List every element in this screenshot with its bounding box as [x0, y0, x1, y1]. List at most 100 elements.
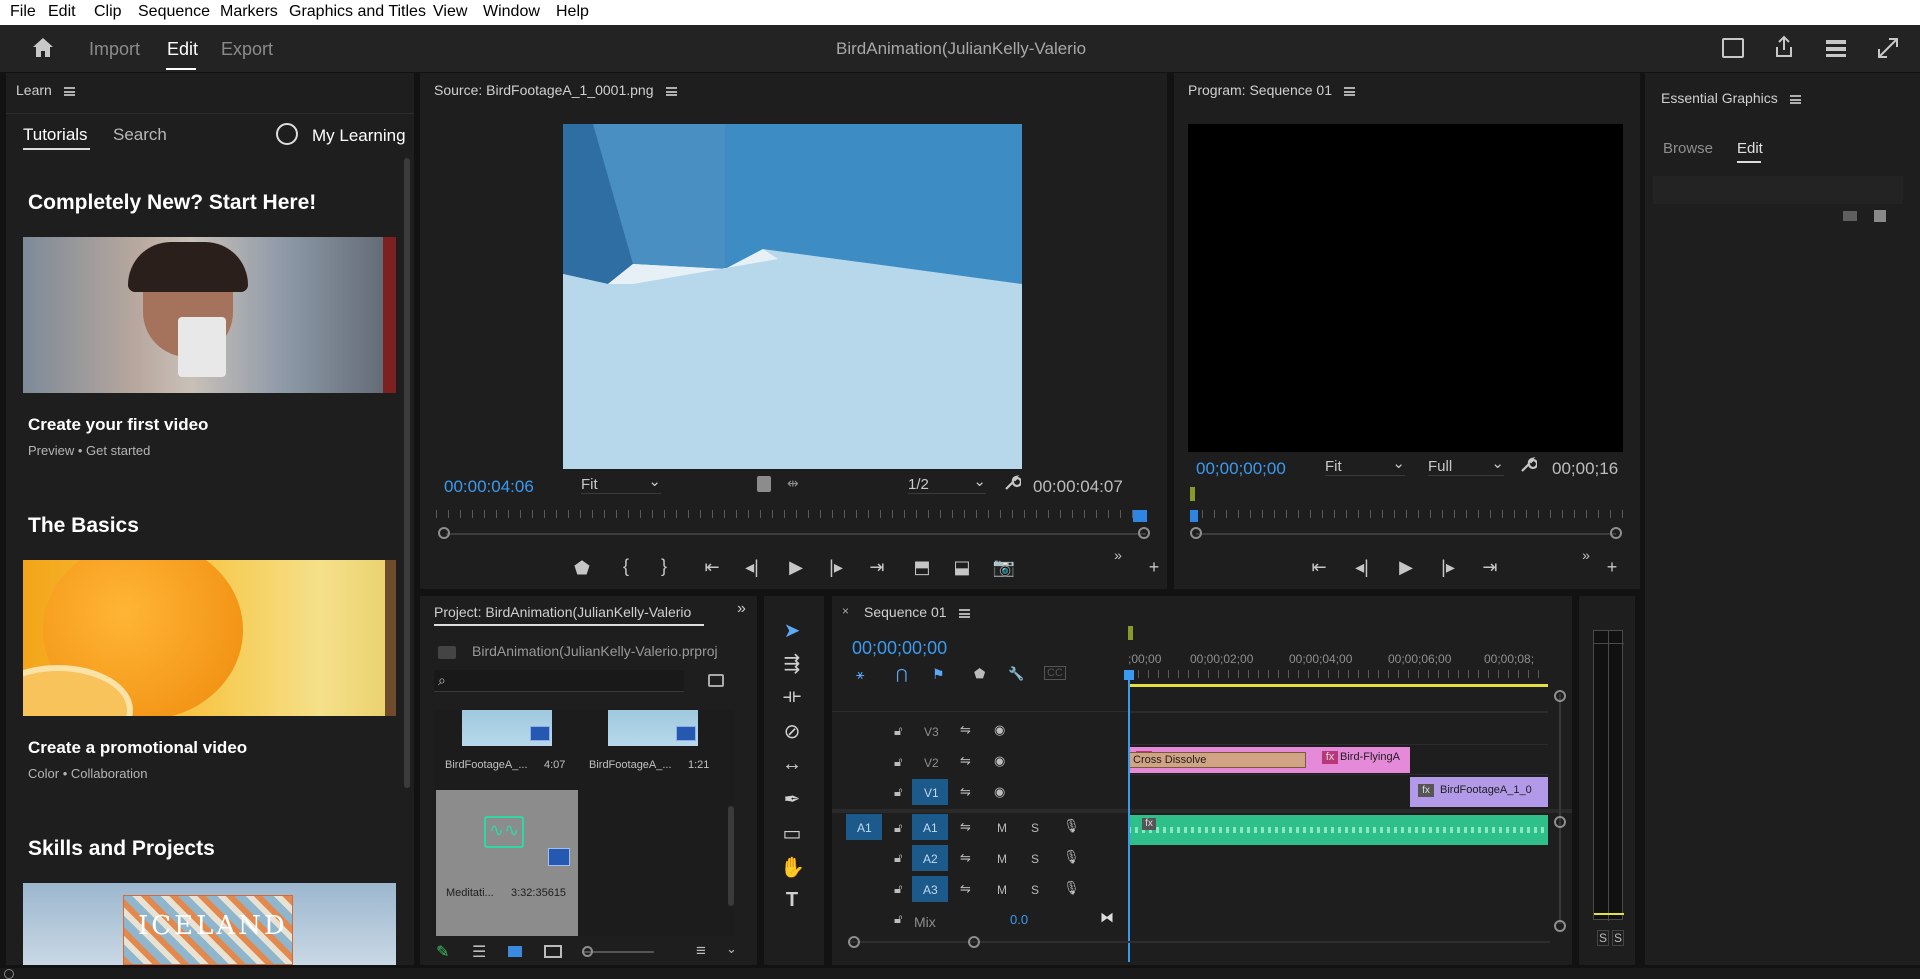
more-controls-icon[interactable]: » [1574, 547, 1598, 563]
add-marker-icon[interactable]: ⬟ [570, 558, 594, 579]
solo-button[interactable]: S [1031, 883, 1039, 897]
source-timecode[interactable]: 00:00:04:06 [444, 477, 534, 497]
linked-selection-icon[interactable]: ⚑ [932, 666, 945, 683]
go-to-marker-icon[interactable]: ⧓ [1100, 909, 1114, 926]
track-label-v3[interactable]: V3 [924, 725, 939, 739]
timeline-vertical-scrollbar[interactable] [1559, 694, 1561, 924]
settings-icon[interactable] [757, 476, 771, 492]
home-icon[interactable] [30, 35, 56, 61]
track-label-v2[interactable]: V2 [924, 756, 939, 770]
new-search-bin-icon[interactable] [708, 674, 724, 687]
freeform-view-icon[interactable] [544, 945, 562, 958]
menu-help[interactable]: Help [556, 3, 589, 21]
slip-tool-icon[interactable]: ↔ [780, 753, 804, 777]
my-learning-link[interactable]: My Learning [312, 126, 406, 146]
step-back-icon[interactable]: ◂| [740, 557, 764, 578]
new-group-icon[interactable] [1843, 211, 1857, 221]
step-forward-icon[interactable]: |▸ [824, 557, 848, 578]
mute-button[interactable]: M [997, 852, 1007, 866]
tab-edit-graphics[interactable]: Edit [1737, 140, 1763, 157]
lock-icon[interactable]: 🔓︎ [894, 850, 902, 866]
insert-icon[interactable]: ⬒ [910, 557, 934, 578]
microphone-icon[interactable]: 🎙︎ [1063, 818, 1080, 834]
playhead-marker[interactable] [1190, 510, 1198, 522]
project-item[interactable]: BirdFootageA_... 4:07 [434, 710, 578, 784]
track-label-a3[interactable]: A3 [923, 883, 938, 897]
track-label-a2[interactable]: A2 [923, 852, 938, 866]
user-icon[interactable] [276, 123, 298, 145]
camera-icon[interactable]: 📷 [992, 557, 1016, 578]
menu-clip[interactable]: Clip [94, 3, 122, 21]
lock-icon[interactable]: 🔓︎ [894, 881, 902, 897]
panel-menu-icon[interactable] [1789, 94, 1801, 104]
panel-menu-icon[interactable] [665, 86, 677, 96]
share-icon[interactable] [1773, 35, 1795, 64]
eye-icon[interactable]: ◉ [994, 784, 1005, 800]
mix-value[interactable]: 0.0 [1010, 912, 1028, 927]
workspaces-icon[interactable] [1825, 38, 1847, 63]
button-editor-icon[interactable]: + [1600, 557, 1624, 578]
menu-edit[interactable]: Edit [48, 3, 76, 21]
go-to-out-icon[interactable]: ⇥ [1478, 557, 1502, 578]
timeline-ruler[interactable] [1128, 670, 1548, 678]
list-view-icon[interactable]: ☰ [472, 942, 486, 962]
fullscreen-icon[interactable] [1876, 36, 1900, 65]
sync-lock-icon[interactable]: ⇋ [960, 722, 971, 738]
type-tool-icon[interactable]: T [780, 889, 804, 913]
step-back-icon[interactable]: ◂| [1350, 557, 1374, 578]
ripple-edit-tool-icon[interactable]: ⟛ [780, 685, 804, 709]
track-label-v1[interactable]: V1 [924, 786, 939, 800]
tab-search[interactable]: Search [113, 125, 167, 145]
cross-dissolve-transition[interactable]: Cross Dissolve [1128, 752, 1306, 768]
lock-icon[interactable]: 🔓︎ [894, 754, 902, 770]
play-icon[interactable]: ▶ [1394, 557, 1418, 578]
panel-menu-icon[interactable] [63, 86, 75, 96]
mark-in-icon[interactable]: { [614, 556, 638, 577]
panel-menu-icon[interactable] [958, 608, 970, 618]
timeline-settings-icon[interactable]: 🔧 [1008, 666, 1024, 682]
snap-icon[interactable]: ⋂ [896, 666, 907, 683]
new-layer-icon[interactable] [1874, 210, 1886, 222]
menu-markers[interactable]: Markers [220, 3, 278, 21]
tutorial-title-1[interactable]: Create your first video [28, 415, 208, 435]
timeline-horizontal-scrollbar[interactable] [850, 941, 1550, 943]
program-fit-dropdown[interactable]: Fit [1325, 454, 1405, 476]
tab-export[interactable]: Export [221, 39, 273, 60]
source-time-ruler[interactable] [436, 510, 1152, 518]
lock-icon[interactable]: 🔓︎ [894, 911, 902, 927]
timeline-playhead[interactable] [1128, 670, 1130, 962]
tab-edit[interactable]: Edit [167, 39, 198, 60]
mark-out-icon[interactable]: } [652, 556, 676, 577]
play-icon[interactable]: ▶ [784, 557, 808, 578]
overwrite-icon[interactable]: ⬓ [950, 557, 974, 578]
add-marker-icon[interactable]: ⬟ [974, 666, 985, 682]
drag-video-icon[interactable]: ⇹ [787, 475, 799, 492]
microphone-icon[interactable]: 🎙︎ [1063, 849, 1080, 865]
learn-scrollbar[interactable] [404, 158, 410, 788]
menu-view[interactable]: View [433, 3, 467, 21]
microphone-icon[interactable]: 🎙︎ [1063, 880, 1080, 896]
status-icon[interactable] [4, 969, 14, 979]
source-resolution-dropdown[interactable]: 1/2 [908, 472, 986, 494]
lock-icon[interactable]: 🔓︎ [894, 723, 902, 739]
wrench-icon[interactable] [1519, 456, 1539, 479]
panel-menu-icon[interactable] [1343, 86, 1355, 96]
sync-lock-icon[interactable]: ⇋ [960, 753, 971, 769]
program-timecode[interactable]: 00;00;00;00 [1196, 459, 1286, 479]
work-area-marker[interactable] [1190, 487, 1195, 501]
hand-tool-icon[interactable]: ✋ [780, 855, 805, 879]
pencil-icon[interactable]: ✎ [436, 942, 449, 962]
source-zoom-bar[interactable] [446, 533, 1146, 535]
sort-icon[interactable]: ≡ [696, 941, 706, 961]
project-scrollbar[interactable] [728, 806, 734, 906]
sync-lock-icon[interactable]: ⇋ [960, 881, 971, 897]
program-quality-dropdown[interactable]: Full [1428, 454, 1504, 476]
mute-button[interactable]: M [997, 821, 1007, 835]
graphics-layer-list[interactable] [1653, 176, 1903, 204]
tutorial-thumbnail-2[interactable] [23, 560, 396, 716]
tab-browse[interactable]: Browse [1663, 140, 1713, 157]
program-zoom-bar[interactable] [1196, 533, 1616, 535]
lock-icon[interactable]: 🔓︎ [894, 820, 902, 836]
menu-window[interactable]: Window [483, 3, 540, 21]
rectangle-tool-icon[interactable]: ▭ [780, 821, 804, 845]
